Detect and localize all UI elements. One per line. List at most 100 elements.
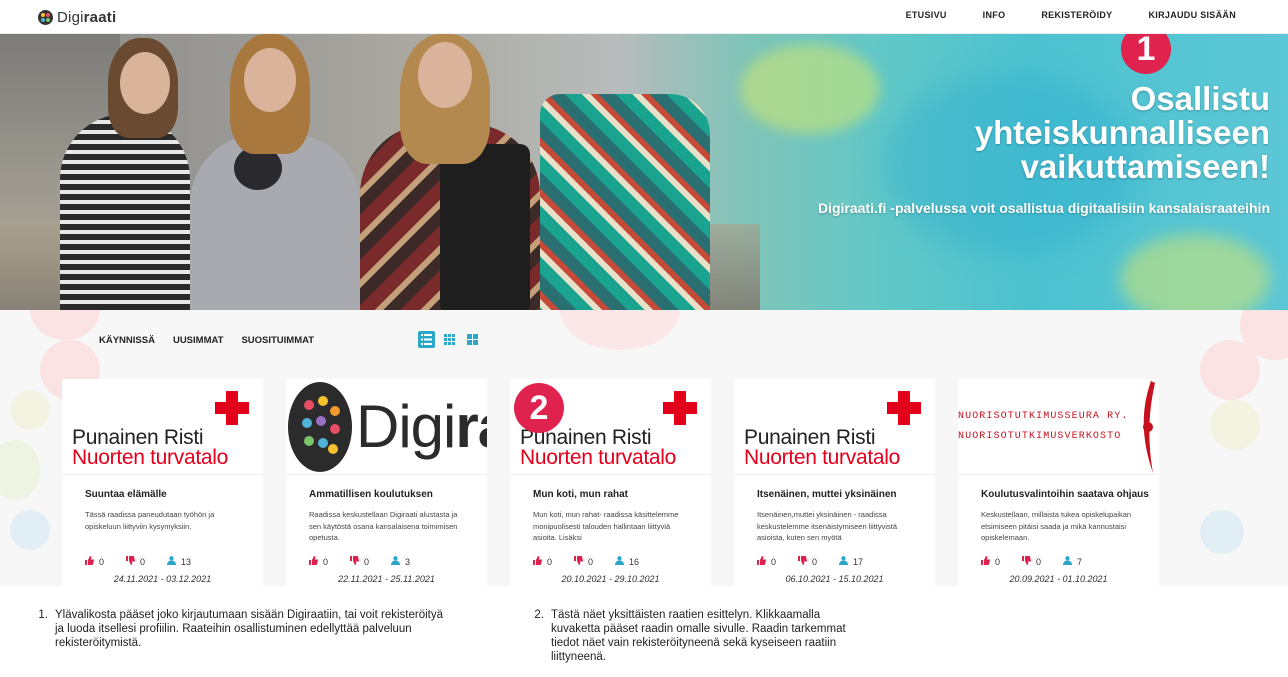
thumbs-down-icon [350,556,360,567]
participants-count: 3 [405,556,411,567]
thumbs-up-icon [757,556,767,567]
thumbs-down-icon [798,556,808,567]
card-title[interactable]: Suuntaa elämälle [85,489,167,500]
user-icon [391,556,401,567]
card-date-range: 06.10.2021 - 15.10.2021 [785,574,884,584]
card-date-range: 20.10.2021 - 29.10.2021 [561,574,660,584]
user-icon [167,556,177,567]
card-stats: 0 0 13 [85,556,191,567]
participants-count: 7 [1077,556,1083,567]
raati-card[interactable]: NUORISOTUTKIMUSSEURA RY. NUORISOTUTKIMUS… [958,379,1159,586]
raati-card[interactable]: Punainen Risti Nuorten turvatalo Suuntaa… [62,379,263,586]
logo-line-2: Nuorten turvatalo [744,446,900,469]
card-description: Raadissa keskustellaan Digiraati alustas… [309,510,458,542]
thumbs-down-icon [574,556,584,567]
decor-circle [1200,510,1244,554]
main-menu: ETUSIVU INFO REKISTERÖIDY KIRJAUDU SISÄÄ… [906,10,1236,20]
card-description: Tässä raadissa paneudutaan työhön ja opi… [85,510,215,531]
hero-photo [0,34,760,310]
filter-suosituimmat[interactable]: SUOSITUIMMAT [241,335,314,346]
hero-subtitle: Digiraati.fi -palvelussa voit osallistua… [817,200,1270,216]
nuorisotutkimus-logo-icon [1143,381,1155,473]
digiraati-logo-icon [38,10,53,25]
card-description: Mun koti, mun rahat- raadissa käsittelem… [533,510,679,542]
user-icon [615,556,625,567]
decor-circle [0,440,40,500]
logo-line-2: raati [455,393,487,460]
card-title[interactable]: Itsenäinen, muttei yksinäinen [757,489,896,500]
red-cross-icon [663,391,697,425]
decor-circle [10,390,50,430]
card-image-punainen-risti[interactable]: Punainen Risti Nuorten turvatalo [734,379,935,475]
card-image-nuorisotutkimus[interactable]: NUORISOTUTKIMUSSEURA RY. NUORISOTUTKIMUS… [958,379,1159,475]
thumbs-up-icon [981,556,991,567]
card-image-punainen-risti[interactable]: Punainen Risti Nuorten turvatalo 2 [510,379,711,475]
nav-link-info[interactable]: INFO [983,10,1006,20]
card-image-punainen-risti[interactable]: Punainen Risti Nuorten turvatalo [62,379,263,475]
hero-title: Osallistu yhteiskunnalliseen vaikuttamis… [974,80,1270,185]
participants-count: 16 [629,556,640,567]
note-2: 2. Tästä näet yksittäisten raatien esitt… [532,608,872,664]
grid-small-icon[interactable] [441,331,458,348]
raati-card[interactable]: Punainen Risti Nuorten turvatalo 2 Mun k… [510,379,711,586]
hero-banner: 1 Osallistu yhteiskunnalliseen vaikuttam… [0,34,1288,310]
note-1: 1. Ylävalikosta pääset joko kirjautumaan… [36,608,456,650]
note-number: 2. [534,609,544,621]
dislikes-count: 0 [364,556,370,567]
card-title[interactable]: Mun koti, mun rahat [533,489,628,500]
digiraati-logo-icon [288,382,352,472]
decor-circle [30,310,100,340]
likes-count: 0 [771,556,777,567]
likes-count: 0 [547,556,553,567]
participants-count: 13 [181,556,192,567]
thumbs-up-icon [85,556,95,567]
thumbs-up-icon [309,556,319,567]
card-stats: 0 0 17 [757,556,863,567]
thumbs-up-icon [533,556,543,567]
digiraati-logo[interactable]: Digiraati [38,9,116,26]
decor-circle [10,510,50,550]
listing-filters: KÄYNNISSÄ UUSIMMAT SUOSITUIMMAT [99,335,314,346]
raati-listing: KÄYNNISSÄ UUSIMMAT SUOSITUIMMAT Punainen… [0,310,1288,586]
note-number: 1. [38,609,48,621]
participants-count: 17 [853,556,864,567]
nav-link-kirjaudu-sisaan[interactable]: KIRJAUDU SISÄÄN [1148,10,1236,20]
dislikes-count: 0 [140,556,146,567]
filter-uusimmat[interactable]: UUSIMMAT [173,335,223,346]
likes-count: 0 [323,556,329,567]
dislikes-count: 0 [812,556,818,567]
red-cross-icon [887,391,921,425]
annotation-marker-1: 1 [1121,34,1171,74]
filter-kaynnissa[interactable]: KÄYNNISSÄ [99,335,155,346]
view-mode-switcher [418,331,481,348]
logo-line-1: NUORISOTUTKIMUSSEURA RY. [958,411,1129,422]
logo-line-2: Nuorten turvatalo [72,446,228,469]
logo-line-2: Nuorten turvatalo [520,446,676,469]
paint-splash [1120,234,1270,310]
list-view-icon[interactable] [418,331,435,348]
grid-large-icon[interactable] [464,331,481,348]
user-icon [839,556,849,567]
decor-circle [560,310,680,350]
user-icon [1063,556,1073,567]
instruction-notes: 1. Ylävalikosta pääset joko kirjautumaan… [0,586,1288,677]
nav-link-rekisteroidy[interactable]: REKISTERÖIDY [1041,10,1112,20]
decor-circle [1210,400,1260,450]
logo-line-1: Digi [356,393,456,460]
card-date-range: 22.11.2021 - 25.11.2021 [338,574,435,584]
card-date-range: 20.09.2021 - 01.10.2021 [1009,574,1108,584]
card-title[interactable]: Koulutusvalintoihin saatava ohjaus [981,489,1149,500]
card-date-range: 24.11.2021 - 03.12.2021 [113,574,212,584]
red-cross-icon [215,391,249,425]
card-title[interactable]: Ammatillisen koulutuksen [309,489,433,500]
raati-card[interactable]: Digiraati Ammatillisen koulutuksen Raadi… [286,379,487,586]
card-image-digiraati[interactable]: Digiraati [286,379,487,475]
annotation-marker-2: 2 [514,383,564,433]
thumbs-down-icon [1022,556,1032,567]
raati-card[interactable]: Punainen Risti Nuorten turvatalo Itsenäi… [734,379,935,586]
nav-link-etusivu[interactable]: ETUSIVU [906,10,947,20]
raati-cards: Punainen Risti Nuorten turvatalo Suuntaa… [62,379,1159,586]
card-stats: 0 0 3 [309,556,410,567]
logo-prefix: Digi [57,9,84,26]
dislikes-count: 0 [588,556,594,567]
